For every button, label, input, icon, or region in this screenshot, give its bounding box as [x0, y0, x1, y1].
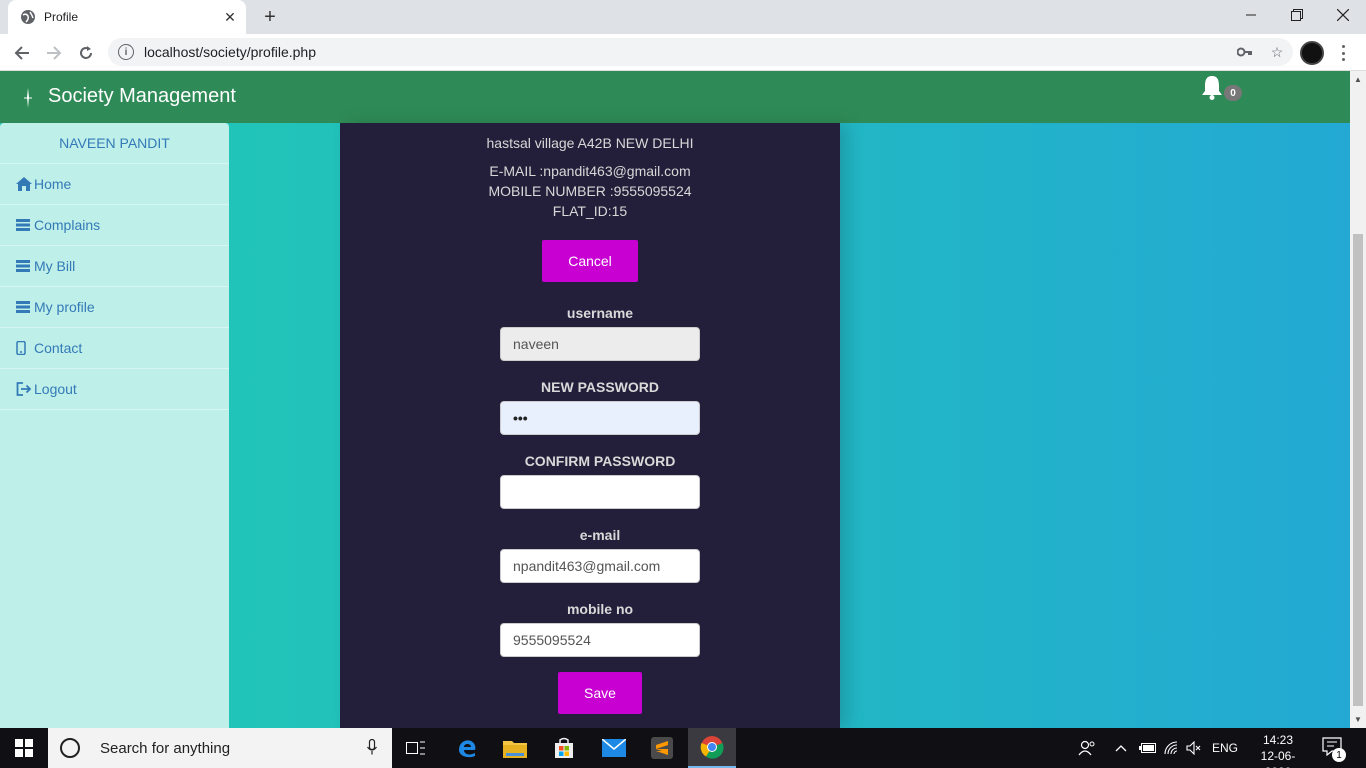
chevron-up-icon[interactable]: [1115, 728, 1127, 768]
page-scrollbar[interactable]: ▲ ▼: [1350, 71, 1366, 728]
url-bar[interactable]: i localhost/society/profile.php ☆: [108, 38, 1293, 66]
confirm-password-field[interactable]: [500, 475, 700, 509]
restore-icon[interactable]: [1274, 0, 1320, 30]
avatar[interactable]: [1300, 41, 1324, 65]
sidebar-username: NAVEEN PANDIT: [0, 123, 229, 164]
browser-tab[interactable]: Profile ✕: [8, 0, 246, 34]
battery-icon[interactable]: [1139, 728, 1157, 768]
clock-date: 12-06-2020: [1260, 749, 1296, 768]
site-header: Society Management 0: [0, 71, 1350, 123]
key-icon[interactable]: [1229, 44, 1261, 60]
file-explorer-icon[interactable]: [491, 728, 539, 768]
tab-title: Profile: [44, 10, 79, 24]
windows-start-icon[interactable]: [0, 728, 48, 768]
store-icon[interactable]: [540, 728, 588, 768]
taskbar-search-placeholder: Search for anything: [100, 739, 231, 757]
volume-muted-icon[interactable]: [1186, 728, 1202, 768]
username-label: username: [566, 305, 634, 321]
sidebar-item-my-profile[interactable]: My profile: [0, 287, 229, 328]
confirm-password-label: CONFIRM PASSWORD: [524, 453, 676, 469]
sidebar-item-contact[interactable]: Contact: [0, 328, 229, 369]
menu-icon[interactable]: [1336, 42, 1350, 64]
logout-icon: [16, 382, 32, 396]
notification-badge: 0: [1224, 85, 1242, 101]
email-field[interactable]: npandit463@gmail.com: [500, 549, 700, 583]
mail-icon[interactable]: [590, 728, 638, 768]
sidebar-item-my-bill[interactable]: My Bill: [0, 246, 229, 287]
info-icon[interactable]: i: [118, 44, 134, 60]
logo-icon: [22, 88, 36, 108]
close-window-icon[interactable]: [1320, 0, 1366, 30]
mobile-icon: [16, 341, 32, 355]
bell-icon[interactable]: [1199, 73, 1225, 101]
address-bar: i localhost/society/profile.php ☆: [0, 34, 1366, 71]
cortana-icon: [60, 738, 80, 758]
sidebar-item-label: My profile: [34, 299, 95, 315]
profile-flat-id: FLAT_ID:15: [552, 203, 628, 219]
new-tab-button[interactable]: +: [258, 6, 282, 28]
star-icon[interactable]: ☆: [1261, 44, 1293, 61]
site-brand[interactable]: Society Management: [48, 85, 236, 108]
taskbar-clock[interactable]: 14:23 12-06-2020: [1248, 732, 1308, 768]
sidebar-item-complains[interactable]: Complains: [0, 205, 229, 246]
profile-address: hastsal village A42B NEW DELHI: [486, 135, 694, 151]
microphone-icon[interactable]: [360, 738, 384, 758]
taskbar: Search for anything ENG 14:23 12-06- 1: [0, 728, 1366, 768]
sidebar-item-label: Contact: [34, 340, 83, 356]
list-icon: [16, 219, 32, 231]
language-indicator[interactable]: ENG: [1212, 728, 1238, 768]
home-icon: [16, 177, 32, 191]
action-center-badge: 1: [1332, 748, 1346, 762]
taskbar-search[interactable]: Search for anything: [48, 728, 392, 768]
scroll-down-icon[interactable]: ▼: [1354, 715, 1362, 724]
page-content: Society Management 0 NAVEEN PANDIT Home …: [0, 71, 1350, 728]
wifi-icon[interactable]: [1164, 728, 1180, 768]
sidebar-item-label: My Bill: [34, 258, 76, 274]
people-icon[interactable]: [1078, 728, 1096, 768]
scroll-up-icon[interactable]: ▲: [1354, 75, 1362, 84]
username-field[interactable]: naveen: [500, 327, 700, 361]
save-button[interactable]: Save: [558, 672, 642, 714]
email-label: e-mail: [579, 527, 621, 543]
sidebar-item-label: Home: [34, 176, 72, 192]
browser-tab-bar: Profile ✕ +: [0, 0, 1366, 34]
edge-icon[interactable]: [443, 728, 491, 768]
minimize-icon[interactable]: [1228, 0, 1274, 30]
new-password-field[interactable]: •••: [500, 401, 700, 435]
forward-icon[interactable]: [41, 40, 67, 66]
mobile-field[interactable]: 9555095524: [500, 623, 700, 657]
mobile-label: mobile no: [566, 601, 634, 617]
reload-icon[interactable]: [73, 40, 99, 66]
clock-time: 14:23: [1262, 733, 1294, 747]
sidebar-item-label: Logout: [34, 381, 77, 397]
close-tab-icon[interactable]: ✕: [220, 7, 240, 27]
chrome-icon[interactable]: [688, 728, 736, 768]
sidebar-item-logout[interactable]: Logout: [0, 369, 229, 410]
sidebar-item-home[interactable]: Home: [0, 164, 229, 205]
back-icon[interactable]: [9, 40, 35, 66]
url-text: localhost/society/profile.php: [144, 44, 316, 60]
new-password-label: NEW PASSWORD: [541, 379, 659, 395]
cancel-button[interactable]: Cancel: [542, 240, 638, 282]
task-view-icon[interactable]: [392, 728, 440, 768]
list-icon: [16, 301, 32, 313]
profile-email: E-MAIL :npandit463@gmail.com: [489, 163, 691, 179]
profile-mobile: MOBILE NUMBER :9555095524: [488, 183, 692, 199]
sidebar: NAVEEN PANDIT Home Complains My Bill My …: [0, 123, 229, 728]
globe-icon: [20, 9, 36, 25]
profile-card: hastsal village A42B NEW DELHI E-MAIL :n…: [340, 123, 840, 728]
sidebar-item-label: Complains: [34, 217, 101, 233]
scrollbar-thumb[interactable]: [1353, 234, 1363, 706]
list-icon: [16, 260, 32, 272]
sublime-text-icon[interactable]: [638, 728, 686, 768]
